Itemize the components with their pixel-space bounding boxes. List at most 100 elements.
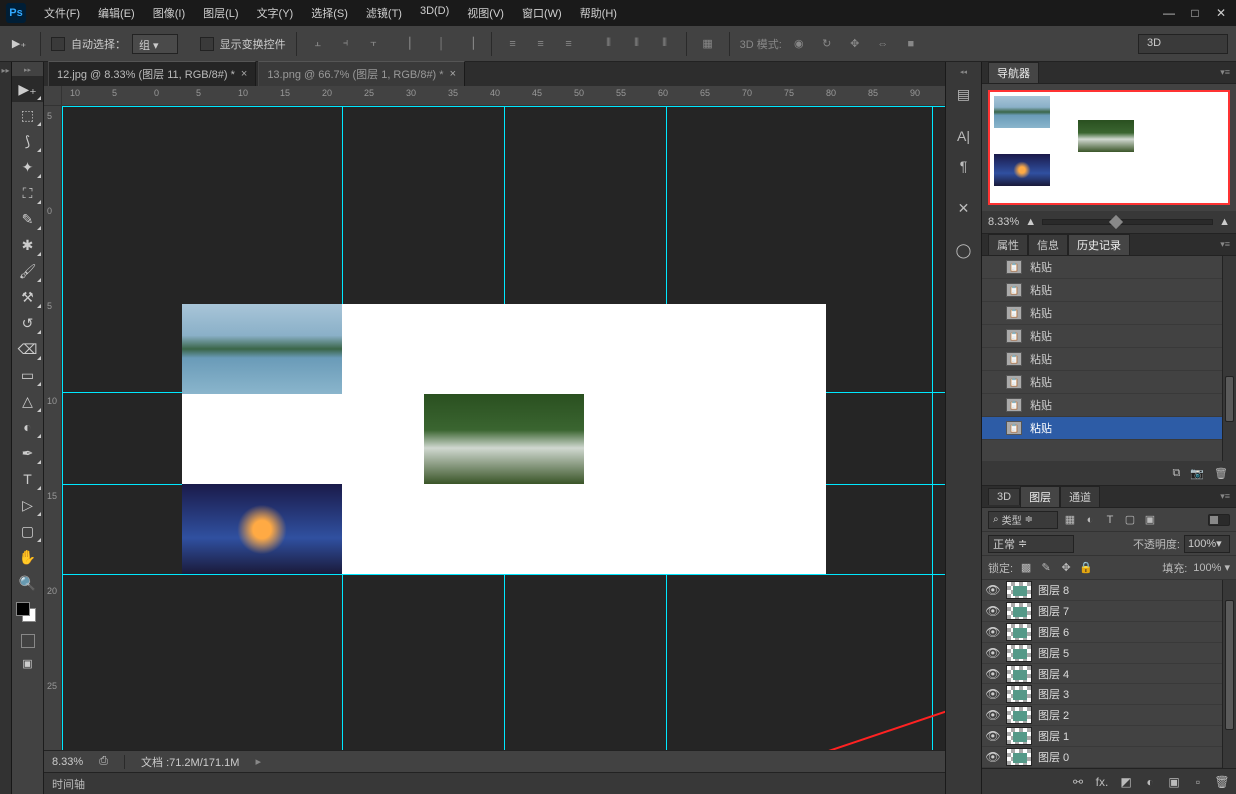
visibility-icon[interactable]: 👁 [986,729,1000,743]
history-item-current[interactable]: 📋粘贴 [982,417,1236,440]
menu-help[interactable]: 帮助(H) [572,1,625,25]
gradient-tool[interactable]: ▭ [12,362,43,388]
nav-zoom-slider[interactable] [1042,219,1213,225]
window-close-button[interactable]: ✕ [1212,4,1230,22]
layer-thumbnail[interactable] [1006,644,1032,662]
info-tab[interactable]: 信息 [1028,234,1068,255]
document-tab[interactable]: 13.png @ 66.7% (图层 1, RGB/8#) *× [258,61,465,86]
brush-tool[interactable]: 🖌 [12,258,43,284]
ruler-origin[interactable] [44,86,62,106]
dist-bottom-icon[interactable]: ≡ [558,33,580,55]
window-maximize-button[interactable]: □ [1186,4,1204,22]
blend-mode-dropdown[interactable]: 正常 ≑ [988,535,1074,553]
layer-thumbnail[interactable] [1006,685,1032,703]
history-item[interactable]: 📋粘贴 [982,279,1236,302]
healing-brush-tool[interactable]: ✱ [12,232,43,258]
layer-thumbnail[interactable] [1006,602,1032,620]
filter-shape-icon[interactable]: ▢ [1122,512,1138,528]
lock-pixels-icon[interactable]: ▩ [1019,561,1033,575]
document-tab-active[interactable]: 12.jpg @ 8.33% (图层 11, RGB/8#) *× [48,61,256,86]
filter-type-icon[interactable]: T [1102,512,1118,528]
menu-window[interactable]: 窗口(W) [514,1,570,25]
navigator-tab[interactable]: 导航器 [988,62,1039,83]
libraries-icon[interactable]: ▤ [950,80,978,108]
history-item[interactable]: 📋粘贴 [982,394,1236,417]
lock-position-icon[interactable]: ✥ [1059,561,1073,575]
layer-thumbnail[interactable] [1006,623,1032,641]
auto-select-dropdown[interactable]: 组 ▾ [132,34,178,54]
layer-thumbnail[interactable] [1006,748,1032,766]
history-tab[interactable]: 历史记录 [1068,234,1130,255]
magic-wand-tool[interactable]: ✦ [12,154,43,180]
menu-select[interactable]: 选择(S) [303,1,356,25]
visibility-icon[interactable]: 👁 [986,687,1000,701]
hand-tool[interactable]: ✋ [12,544,43,570]
layer-thumbnail[interactable] [1006,665,1032,683]
dist-right-icon[interactable]: ⦀ [654,33,676,55]
auto-align-icon[interactable]: ▦ [697,33,719,55]
panel-menu-icon[interactable]: ▾≡ [1220,67,1230,78]
menu-layer[interactable]: 图层(L) [195,1,246,25]
pen-tool[interactable]: ✒ [12,440,43,466]
history-item[interactable]: 📋粘贴 [982,348,1236,371]
marquee-tool[interactable]: ⬚ [12,102,43,128]
character-panel-icon[interactable]: A| [950,122,978,150]
crop-tool[interactable]: ⛶ [12,180,43,206]
opacity-input[interactable]: 100% ▾ [1184,535,1230,553]
layer-row[interactable]: 👁图层 4 [982,664,1236,685]
align-right-icon[interactable]: ▕ [459,33,481,55]
navigator-preview[interactable] [988,90,1230,205]
filter-adjustment-icon[interactable]: ◐ [1082,512,1098,528]
3d-panel-tab[interactable]: 3D [988,488,1020,505]
blur-tool[interactable]: △ [12,388,43,414]
new-layer-icon[interactable]: ▫ [1190,774,1206,790]
history-item[interactable]: 📋粘贴 [982,325,1236,348]
align-left-icon[interactable]: ▏ [403,33,425,55]
close-icon[interactable]: × [450,68,456,80]
align-vcenter-icon[interactable]: ⫞ [335,33,357,55]
channels-panel-tab[interactable]: 通道 [1060,486,1100,507]
shape-tool[interactable]: ▢ [12,518,43,544]
delete-state-icon[interactable]: 🗑 [1214,467,1228,480]
fill-input[interactable]: 100% ▾ [1193,561,1230,574]
panel-menu-icon[interactable]: ▾≡ [1220,239,1230,250]
type-tool[interactable]: T [12,466,43,492]
layer-row[interactable]: 👁图层 7 [982,601,1236,622]
new-snapshot-icon[interactable]: 📷 [1190,467,1204,480]
dist-hcenter-icon[interactable]: ⦀ [626,33,648,55]
screen-mode-button[interactable]: ▣ [12,652,43,674]
align-top-icon[interactable]: ⫠ [307,33,329,55]
layer-style-icon[interactable]: fx. [1094,774,1110,790]
zoom-tool[interactable]: 🔍 [12,570,43,596]
close-icon[interactable]: × [241,68,247,80]
current-tool-icon[interactable]: ▶₊ [8,33,30,55]
3d-roll-icon[interactable]: ↻ [816,33,838,55]
history-brush-tool[interactable]: ↺ [12,310,43,336]
3d-scale-icon[interactable]: ■ [900,33,922,55]
menu-edit[interactable]: 编辑(E) [90,1,143,25]
clone-stamp-tool[interactable]: ⚒ [12,284,43,310]
adjustment-layer-icon[interactable]: ◐ [1142,774,1158,790]
layer-row[interactable]: 👁图层 3 [982,684,1236,705]
dist-vcenter-icon[interactable]: ≡ [530,33,552,55]
show-transform-checkbox[interactable] [200,37,214,51]
layer-mask-icon[interactable]: ◩ [1118,774,1134,790]
vertical-ruler[interactable]: 505 101520 25 [44,106,62,750]
lock-image-icon[interactable]: ✎ [1039,561,1053,575]
layer-row[interactable]: 👁图层 6 [982,622,1236,643]
visibility-icon[interactable]: 👁 [986,646,1000,660]
doc-size[interactable]: 文档 :71.2M/171.1M [141,754,239,770]
path-select-tool[interactable]: ▷ [12,492,43,518]
layer-row[interactable]: 👁图层 8 [982,580,1236,601]
3d-pan-icon[interactable]: ✥ [844,33,866,55]
3d-slide-icon[interactable]: ⇔ [872,33,894,55]
menu-3d[interactable]: 3D(D) [412,1,457,25]
dist-left-icon[interactable]: ⦀ [598,33,620,55]
align-bottom-icon[interactable]: ⫟ [363,33,385,55]
visibility-icon[interactable]: 👁 [986,604,1000,618]
zoom-in-icon[interactable]: ▲ [1219,216,1230,228]
zoom-out-icon[interactable]: ▲ [1025,216,1036,228]
properties-tab[interactable]: 属性 [988,234,1028,255]
layers-panel-tab[interactable]: 图层 [1020,486,1060,507]
cc-libraries-icon[interactable]: ◯ [950,236,978,264]
